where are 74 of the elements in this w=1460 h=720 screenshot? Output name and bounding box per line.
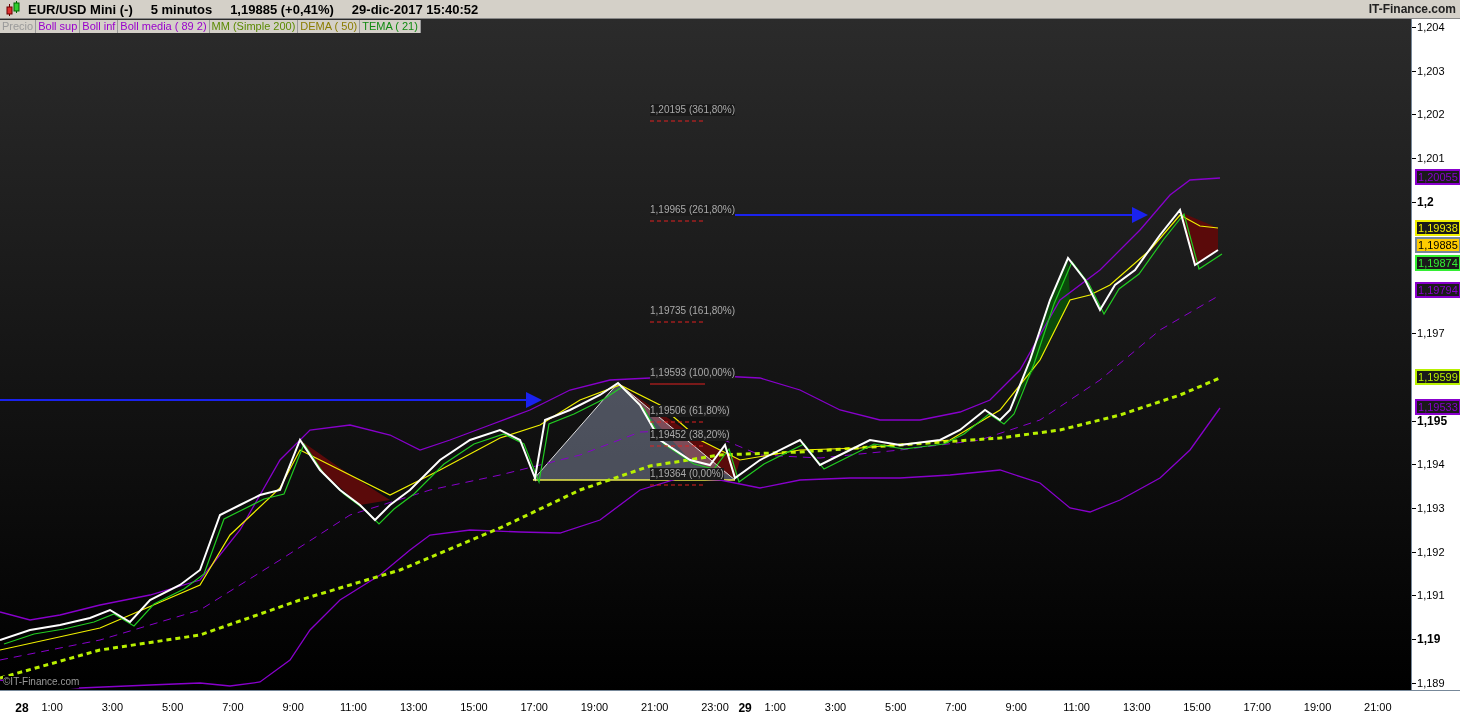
- fibonacci-level-line: [649, 220, 704, 222]
- fibonacci-level-label: 1,19506 (61,80%): [650, 405, 730, 417]
- time-tick-label: 11:00: [340, 701, 367, 713]
- fibonacci-level-line: [649, 445, 704, 447]
- last-price: 1,19885 (+0,41%): [230, 1, 334, 17]
- time-tick-label: 3:00: [101, 701, 124, 713]
- price-tick-label: 1,191: [1417, 588, 1445, 603]
- fibonacci-level-line: [649, 120, 704, 122]
- time-tick-label: 13:00: [399, 701, 428, 713]
- price-value-tag: 1,19874: [1415, 255, 1460, 271]
- price-tick-label: 1,2: [1417, 194, 1434, 209]
- price-value-tag: 1,19794: [1415, 282, 1460, 298]
- time-tick-label: 15:00: [1183, 701, 1211, 713]
- time-tick-label: 7:00: [945, 701, 967, 713]
- price-tick-label: 1,195: [1417, 413, 1448, 428]
- price-value-tag: 1,20055: [1415, 169, 1460, 185]
- legend-item[interactable]: Boll sup: [36, 20, 81, 33]
- interval-label: 5 minutos: [150, 1, 213, 17]
- price-tick-label: 1,193: [1417, 501, 1445, 515]
- price-value-tag: 1,19938: [1415, 220, 1460, 236]
- legend-item[interactable]: DEMA ( 50): [298, 20, 361, 33]
- time-tick-label: 28: [15, 701, 29, 715]
- fibonacci-level-label: 1,19364 (0,00%): [650, 468, 724, 480]
- legend-item[interactable]: TEMA ( 21): [360, 20, 421, 33]
- time-tick-label: 17:00: [520, 701, 548, 713]
- fibonacci-level-line: [649, 321, 704, 323]
- fibonacci-level-line: [649, 383, 706, 385]
- time-tick-label: 7:00: [222, 701, 244, 713]
- time-tick-label: 19:00: [580, 701, 609, 713]
- time-tick-label: 5:00: [885, 701, 907, 713]
- price-tick-label: 1,197: [1417, 326, 1445, 341]
- time-tick-label: 21:00: [1364, 701, 1392, 713]
- time-tick-label: 1:00: [764, 701, 786, 713]
- time-tick-label: 11:00: [1063, 701, 1090, 713]
- time-tick-label: 9:00: [1005, 701, 1027, 713]
- price-value-tag: 1,19599: [1415, 369, 1460, 385]
- candlestick-icon: [6, 1, 20, 17]
- price-tick-label: 1,19: [1417, 632, 1441, 647]
- site-name: IT-Finance.com: [1368, 2, 1457, 16]
- symbol-name: EUR/USD Mini (-): [28, 1, 133, 17]
- legend-item[interactable]: Precio: [0, 20, 37, 33]
- price-tick-label: 1,192: [1417, 544, 1445, 559]
- price-value-tag: 1,19885: [1415, 237, 1460, 253]
- time-tick-label: 1:00: [41, 701, 63, 713]
- time-tick-label: 3:00: [824, 701, 847, 713]
- time-tick-label: 23:00: [701, 701, 729, 713]
- fibonacci-level-label: 1,20195 (361,80%): [650, 104, 736, 116]
- price-tick-label: 1,204: [1417, 20, 1445, 34]
- time-tick-label: 5:00: [161, 701, 184, 713]
- fibonacci-level-line: [649, 421, 704, 423]
- legend-item[interactable]: Boll media ( 89 2): [118, 20, 210, 33]
- fibonacci-level-label: 1,19965 (261,80%): [650, 204, 736, 216]
- time-tick-label: 21:00: [640, 701, 669, 713]
- fibonacci-level-line: [649, 484, 704, 486]
- bearish-area: [1180, 212, 1218, 265]
- price-tick-label: 1,194: [1417, 457, 1445, 472]
- price-tick-label: 1,189: [1417, 675, 1445, 690]
- chart-credit: ©IT-Finance.com: [3, 676, 80, 688]
- time-tick-label: 17:00: [1243, 701, 1272, 713]
- price-tick-label: 1,201: [1417, 151, 1445, 166]
- legend-item[interactable]: Boll inf: [80, 20, 119, 33]
- price-value-tag: 1,19533: [1415, 399, 1460, 415]
- timestamp: 29-dic-2017 15:40:52: [351, 1, 479, 17]
- time-tick-label: 19:00: [1303, 701, 1332, 713]
- fibonacci-level-label: 1,19735 (161,80%): [650, 305, 736, 317]
- time-tick-label: 9:00: [282, 701, 304, 713]
- time-tick-label: 13:00: [1123, 701, 1151, 713]
- price-tick-label: 1,203: [1417, 63, 1445, 78]
- legend-item[interactable]: MM (Simple 200): [209, 20, 299, 33]
- price-tick-label: 1,202: [1417, 107, 1445, 122]
- time-tick-label: 15:00: [460, 701, 488, 713]
- fibonacci-level-label: 1,19452 (38,20%): [650, 429, 730, 441]
- fibonacci-level-label: 1,19593 (100,00%): [650, 367, 736, 379]
- time-tick-label: 29: [738, 701, 752, 715]
